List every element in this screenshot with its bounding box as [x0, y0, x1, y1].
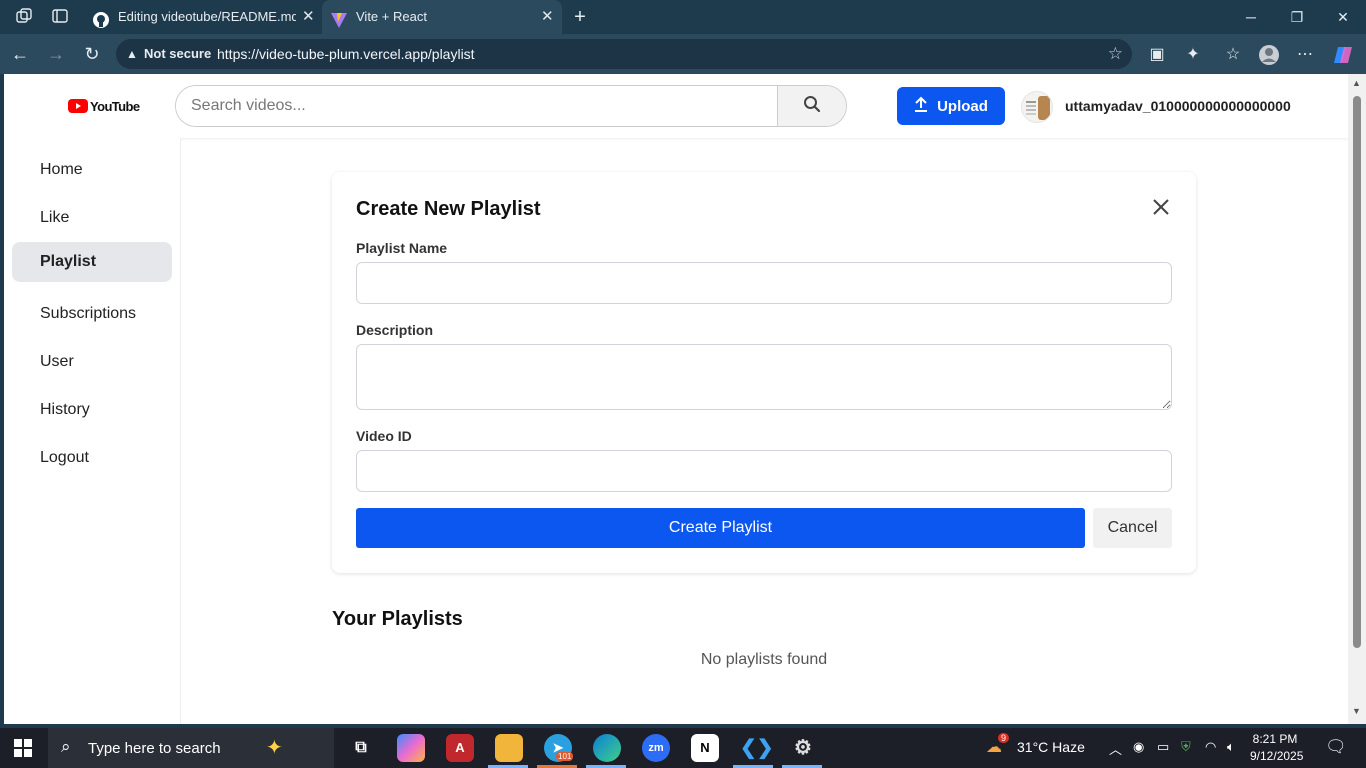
- weather-badge: 9: [998, 733, 1010, 743]
- telegram-badge: 101: [556, 752, 574, 761]
- reading-mode-icon[interactable]: ▣: [1146, 44, 1168, 66]
- playlist-name-label: Playlist Name: [356, 240, 448, 256]
- back-icon[interactable]: ←: [9, 43, 31, 65]
- video-id-label: Video ID: [356, 428, 412, 444]
- chevron-up-icon[interactable]: ︿: [1109, 739, 1122, 758]
- sidebar-item-home[interactable]: Home: [12, 150, 172, 190]
- cancel-button[interactable]: Cancel: [1093, 508, 1172, 548]
- video-id-input[interactable]: [356, 450, 1172, 492]
- taskbar-search-placeholder: Type here to search: [88, 740, 221, 757]
- refresh-icon[interactable]: ↻: [81, 43, 103, 65]
- search-button[interactable]: [777, 86, 846, 126]
- tab-title: Editing videotube/README.md at: [118, 9, 296, 24]
- sidebar: Home Like Playlist Subscriptions User Hi…: [4, 138, 181, 724]
- battery-icon[interactable]: ▭: [1157, 739, 1169, 755]
- description-textarea[interactable]: [356, 344, 1172, 410]
- file-explorer-icon[interactable]: [495, 734, 523, 762]
- windows-taskbar: ⌕ Type here to search ✦ ⧉ A ➤ 101 zm N ❮…: [0, 728, 1366, 768]
- page-scrollbar[interactable]: ▲ ▼: [1348, 74, 1366, 724]
- restore-icon[interactable]: ❐: [1274, 0, 1320, 34]
- clock-date: 9/12/2025: [1250, 749, 1304, 763]
- sidebar-item-user[interactable]: User: [12, 342, 172, 382]
- warning-icon[interactable]: ▲: [126, 47, 138, 61]
- edge-icon[interactable]: [593, 734, 621, 762]
- zoom-icon[interactable]: zm: [642, 734, 670, 762]
- weather-text[interactable]: 31°C Haze: [1017, 739, 1085, 755]
- scroll-up-arrow-icon[interactable]: ▲: [1352, 78, 1361, 88]
- workspaces-icon[interactable]: [14, 7, 34, 27]
- youtube-logo[interactable]: YouTube: [68, 98, 140, 114]
- tab-title: Vite + React: [356, 9, 427, 24]
- more-menu-icon[interactable]: ⋯: [1294, 44, 1316, 66]
- close-tab-icon[interactable]: ✕: [302, 0, 315, 34]
- settings-gear-icon[interactable]: ⚙: [789, 734, 817, 762]
- webcam-icon[interactable]: ◉: [1133, 739, 1144, 755]
- new-tab-icon[interactable]: +: [570, 7, 590, 27]
- page-viewport: YouTube Upload uttamyadav_01000000000000…: [4, 74, 1348, 724]
- browser-toolbar: ← → ↻ ▲ Not secure https://video-tube-pl…: [0, 34, 1366, 74]
- notion-icon[interactable]: N: [691, 734, 719, 762]
- clock-time: 8:21 PM: [1252, 732, 1298, 746]
- app-header: YouTube Upload uttamyadav_01000000000000…: [4, 74, 1348, 138]
- close-tab-icon[interactable]: ✕: [541, 0, 554, 34]
- search-icon: ⌕: [61, 737, 71, 756]
- copilot-app-icon[interactable]: [397, 734, 425, 762]
- search-bar: [175, 85, 847, 127]
- url-text[interactable]: https://video-tube-plum.vercel.app/playl…: [217, 46, 475, 62]
- empty-state-text: No playlists found: [700, 651, 828, 668]
- system-clock[interactable]: 8:21 PM 9/12/2025: [1250, 731, 1304, 765]
- scroll-down-arrow-icon[interactable]: ▼: [1352, 706, 1361, 716]
- username[interactable]: uttamyadav_010000000000000000: [1065, 98, 1291, 114]
- close-icon[interactable]: [1150, 196, 1172, 218]
- volume-icon[interactable]: 🔈︎: [1227, 739, 1235, 755]
- avatar[interactable]: [1021, 91, 1053, 123]
- minimize-icon[interactable]: ─: [1228, 0, 1274, 34]
- browser-tab-strip: Editing videotube/README.md at ✕ Vite + …: [0, 0, 1366, 34]
- sidebar-item-logout[interactable]: Logout: [12, 438, 172, 478]
- task-view-icon[interactable]: ⧉: [347, 734, 375, 762]
- description-label: Description: [356, 322, 434, 338]
- vite-icon: [330, 8, 348, 28]
- sidebar-item-history[interactable]: History: [12, 390, 172, 430]
- browser-tab-github[interactable]: Editing videotube/README.md at ✕: [84, 0, 322, 34]
- upload-label: Upload: [937, 97, 988, 115]
- sidebar-item-playlist[interactable]: Playlist: [12, 242, 172, 282]
- sidebar-item-like[interactable]: Like: [12, 198, 172, 238]
- logo-text: YouTube: [90, 98, 140, 114]
- notifications-icon[interactable]: 🗨︎: [1325, 737, 1347, 757]
- close-window-icon[interactable]: ✕: [1320, 0, 1366, 34]
- extensions-icon[interactable]: ✦: [1182, 44, 1204, 66]
- forward-icon[interactable]: →: [45, 43, 67, 65]
- security-label[interactable]: Not secure: [144, 46, 211, 61]
- create-playlist-button[interactable]: Create Playlist: [356, 508, 1085, 548]
- search-input[interactable]: [176, 86, 778, 126]
- wifi-icon[interactable]: ◠: [1205, 739, 1216, 755]
- favorites-icon[interactable]: ☆: [1222, 44, 1244, 66]
- acrobat-icon[interactable]: A: [446, 734, 474, 762]
- playlist-name-input[interactable]: [356, 262, 1172, 304]
- upload-button[interactable]: Upload: [897, 87, 1005, 125]
- sidebar-item-subscriptions[interactable]: Subscriptions: [12, 294, 172, 334]
- browser-tab-vite[interactable]: Vite + React ✕: [322, 0, 562, 34]
- github-icon: [92, 8, 110, 28]
- copilot-icon[interactable]: [1332, 44, 1354, 66]
- create-playlist-card: Create New Playlist Playlist Name Descri…: [332, 172, 1196, 573]
- profile-icon[interactable]: [1258, 44, 1280, 66]
- upload-icon: [914, 96, 928, 116]
- defender-shield-icon[interactable]: ⛨: [1181, 739, 1191, 755]
- taskbar-search-box[interactable]: ⌕ Type here to search ✦: [48, 728, 334, 768]
- vscode-icon[interactable]: ❮❯: [740, 734, 774, 762]
- search-icon: [803, 95, 821, 118]
- address-bar[interactable]: ▲ Not secure https://video-tube-plum.ver…: [116, 39, 1132, 69]
- favorite-star-icon[interactable]: ☆: [1108, 44, 1123, 64]
- playlists-heading: Your Playlists: [332, 608, 463, 630]
- windows-start-icon[interactable]: [14, 739, 32, 757]
- scroll-thumb[interactable]: [1353, 96, 1361, 648]
- card-title: Create New Playlist: [356, 198, 541, 220]
- youtube-play-icon: [68, 99, 88, 113]
- search-highlight-icon[interactable]: ✦: [266, 735, 283, 760]
- tab-actions-icon[interactable]: [50, 7, 70, 27]
